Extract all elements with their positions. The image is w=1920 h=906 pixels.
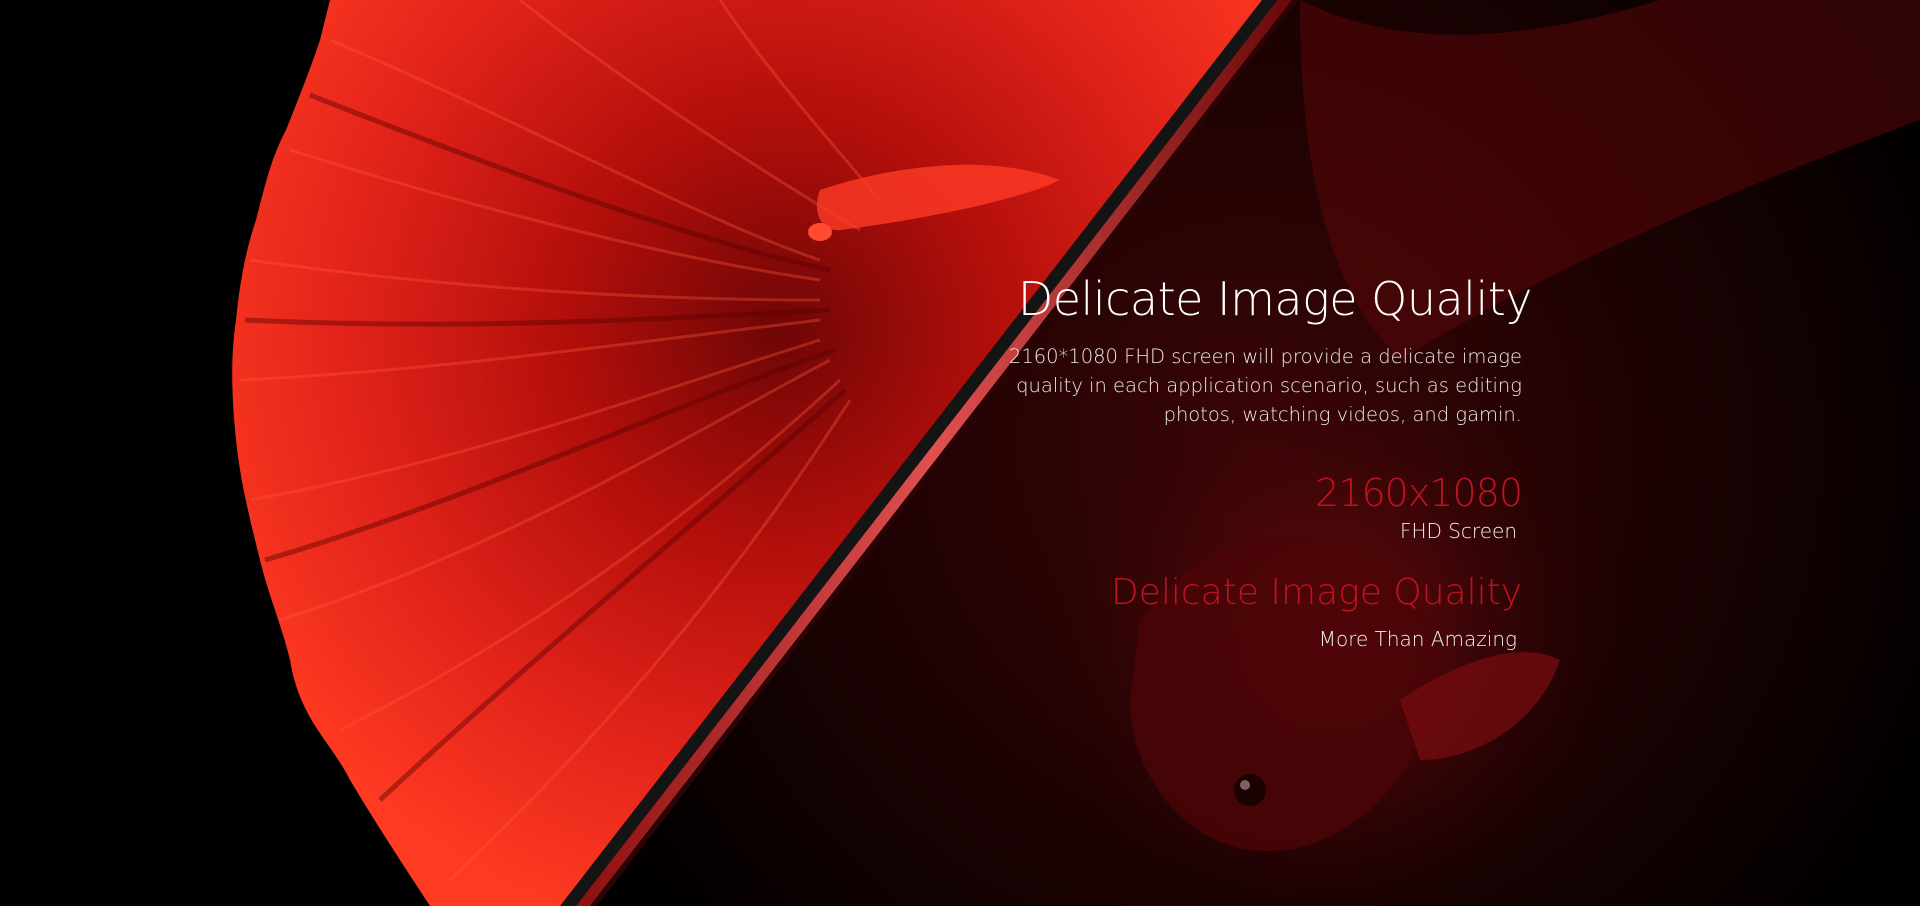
tagline-block: Delicate Image Quality More Than Amazing: [972, 571, 1532, 653]
page-title: Delicate Image Quality: [1017, 272, 1533, 326]
spec-block: 2160x1080 FHD Screen: [972, 469, 1532, 545]
tagline-subtitle: More Than Amazing: [1318, 627, 1517, 651]
feature-copy: Delicate Image Quality 2160*1080 FHD scr…: [972, 268, 1533, 653]
resolution-label: FHD Screen: [1399, 519, 1517, 543]
resolution-value: 2160x1080: [1315, 471, 1523, 515]
betta-fish-phone-artwork: [0, 0, 1920, 906]
feature-description: 2160*1080 FHD screen will provide a deli…: [1008, 345, 1522, 426]
hero-banner: Delicate Image Quality 2160*1080 FHD scr…: [0, 0, 1920, 906]
tagline-title: Delicate Image Quality: [1110, 572, 1522, 613]
